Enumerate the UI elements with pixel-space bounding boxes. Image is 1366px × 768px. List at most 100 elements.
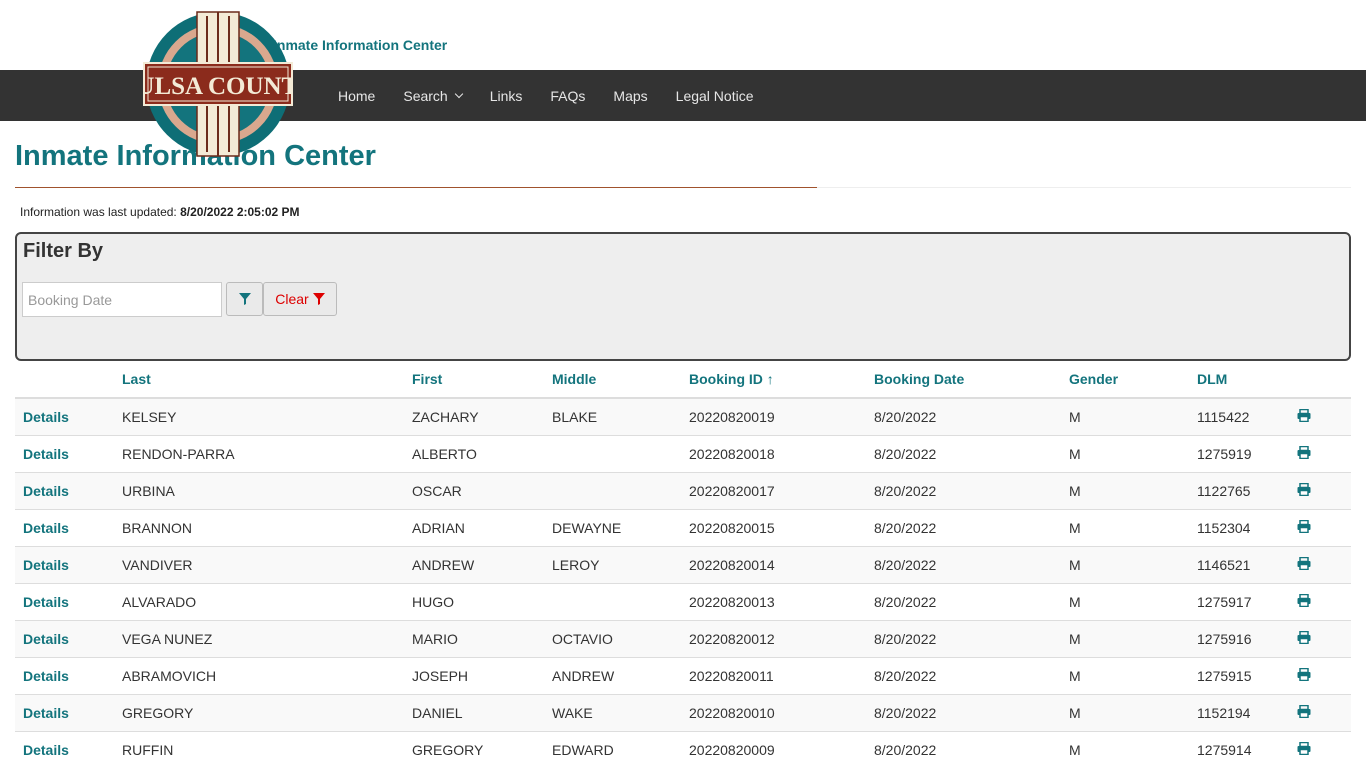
table-row: Details ABRAMOVICH JOSEPH ANDREW 20220820011… xyxy=(15,656,1351,694)
gender-cell: M xyxy=(1069,582,1197,620)
filter-icon xyxy=(238,293,251,305)
booking-id-cell: 20220820015 xyxy=(689,508,874,546)
booking-id-cell: 20220820019 xyxy=(689,397,874,435)
booking-date-input[interactable] xyxy=(22,282,222,317)
details-cell: Details xyxy=(15,693,122,731)
title-divider xyxy=(15,187,817,188)
column-header-print xyxy=(1297,361,1351,399)
column-header-booking-date[interactable]: Booking Date xyxy=(874,361,1069,399)
first-name-cell: ZACHARY xyxy=(412,397,552,435)
nav-item-faqs[interactable]: FAQs xyxy=(536,88,599,104)
nav-item-search-label: Search xyxy=(403,87,448,104)
gender-cell: M xyxy=(1069,545,1197,583)
last-name-cell: VANDIVER xyxy=(122,545,412,583)
middle-name-cell: OCTAVIO xyxy=(552,619,689,657)
details-link[interactable]: Details xyxy=(23,742,69,758)
print-icon[interactable] xyxy=(1297,408,1311,425)
table-row: Details RUFFIN GREGORY EDWARD 20220820009 8/2… xyxy=(15,730,1351,768)
middle-name-cell: WAKE xyxy=(552,693,689,731)
print-cell xyxy=(1297,397,1351,435)
print-icon[interactable] xyxy=(1297,556,1311,573)
column-header-booking-id[interactable]: Booking ID ↑ xyxy=(689,361,874,399)
details-link[interactable]: Details xyxy=(23,520,69,536)
booking-date-cell: 8/20/2022 xyxy=(874,508,1069,546)
details-link[interactable]: Details xyxy=(23,705,69,721)
gender-cell: M xyxy=(1069,397,1197,435)
table-row: Details BRANNON ADRIAN DEWAYNE 20220820015 8/… xyxy=(15,508,1351,546)
details-link[interactable]: Details xyxy=(23,557,69,573)
booking-id-cell: 20220820014 xyxy=(689,545,874,583)
details-cell: Details xyxy=(15,619,122,657)
details-link[interactable]: Details xyxy=(23,594,69,610)
details-link[interactable]: Details xyxy=(23,631,69,647)
nav-item-maps[interactable]: Maps xyxy=(599,88,661,104)
last-updated-text: Information was last updated: 8/20/2022 … xyxy=(20,205,300,219)
print-icon[interactable] xyxy=(1297,630,1311,647)
print-icon[interactable] xyxy=(1297,519,1311,536)
filter-panel: Filter By Clear xyxy=(15,232,1351,361)
details-link[interactable]: Details xyxy=(23,668,69,684)
first-name-cell: HUGO xyxy=(412,582,552,620)
column-header-middle[interactable]: Middle xyxy=(552,361,689,399)
details-cell: Details xyxy=(15,582,122,620)
dlm-cell: 1275919 xyxy=(1197,434,1297,472)
column-header-last[interactable]: Last xyxy=(122,361,412,399)
booking-date-cell: 8/20/2022 xyxy=(874,619,1069,657)
print-icon[interactable] xyxy=(1297,704,1311,721)
dlm-cell: 1152194 xyxy=(1197,693,1297,731)
nav-item-legal-notice[interactable]: Legal Notice xyxy=(662,88,768,104)
booking-date-cell: 8/20/2022 xyxy=(874,582,1069,620)
column-header-dlm[interactable]: DLM xyxy=(1197,361,1297,399)
first-name-cell: ALBERTO xyxy=(412,434,552,472)
print-icon[interactable] xyxy=(1297,482,1311,499)
print-icon[interactable] xyxy=(1297,445,1311,462)
column-header-first[interactable]: First xyxy=(412,361,552,399)
middle-name-cell xyxy=(552,471,689,509)
print-icon[interactable] xyxy=(1297,741,1311,758)
details-link[interactable]: Details xyxy=(23,409,69,425)
nav-menu: Home Search Links FAQs Maps Legal Notice xyxy=(324,70,767,121)
booking-id-cell: 20220820013 xyxy=(689,582,874,620)
chevron-down-icon xyxy=(454,89,463,98)
gender-cell: M xyxy=(1069,730,1197,768)
apply-filter-button[interactable] xyxy=(226,282,263,316)
details-cell: Details xyxy=(15,656,122,694)
middle-name-cell xyxy=(552,434,689,472)
details-link[interactable]: Details xyxy=(23,446,69,462)
nav-item-search[interactable]: Search xyxy=(389,88,475,104)
table-header-row: Last First Middle Booking ID ↑ Booking D… xyxy=(15,361,1351,399)
print-cell xyxy=(1297,730,1351,768)
details-cell: Details xyxy=(15,397,122,435)
table-row: Details VANDIVER ANDREW LEROY 20220820014 8/2… xyxy=(15,545,1351,583)
first-name-cell: ANDREW xyxy=(412,545,552,583)
details-cell: Details xyxy=(15,434,122,472)
table-row: Details RENDON-PARRA ALBERTO 20220820018 8/2… xyxy=(15,434,1351,472)
site-title[interactable]: Inmate Information Center xyxy=(273,37,447,53)
table-row: Details KELSEY ZACHARY BLAKE 20220820019 8/20… xyxy=(15,397,1351,435)
table-row: Details ALVARADO HUGO 20220820013 8/20/2022 M… xyxy=(15,582,1351,620)
print-cell xyxy=(1297,508,1351,546)
details-link[interactable]: Details xyxy=(23,483,69,499)
print-icon[interactable] xyxy=(1297,593,1311,610)
details-cell: Details xyxy=(15,508,122,546)
filter-title: Filter By xyxy=(23,240,104,262)
clear-filter-label: Clear xyxy=(275,291,309,307)
last-name-cell: URBINA xyxy=(122,471,412,509)
dlm-cell: 1275914 xyxy=(1197,730,1297,768)
middle-name-cell: BLAKE xyxy=(552,397,689,435)
nav-item-home[interactable]: Home xyxy=(324,88,389,104)
tulsa-county-logo[interactable]: TULSA COUNTY xyxy=(120,8,316,160)
gender-cell: M xyxy=(1069,434,1197,472)
booking-date-cell: 8/20/2022 xyxy=(874,730,1069,768)
print-icon[interactable] xyxy=(1297,667,1311,684)
middle-name-cell: EDWARD xyxy=(552,730,689,768)
booking-date-cell: 8/20/2022 xyxy=(874,434,1069,472)
dlm-cell: 1115422 xyxy=(1197,397,1297,435)
column-header-gender[interactable]: Gender xyxy=(1069,361,1197,399)
clear-filter-button[interactable]: Clear xyxy=(263,282,337,316)
nav-item-links[interactable]: Links xyxy=(476,88,537,104)
print-cell xyxy=(1297,471,1351,509)
booking-date-cell: 8/20/2022 xyxy=(874,545,1069,583)
first-name-cell: JOSEPH xyxy=(412,656,552,694)
table-row: Details URBINA OSCAR 20220820017 8/20/2022 M 1… xyxy=(15,471,1351,509)
